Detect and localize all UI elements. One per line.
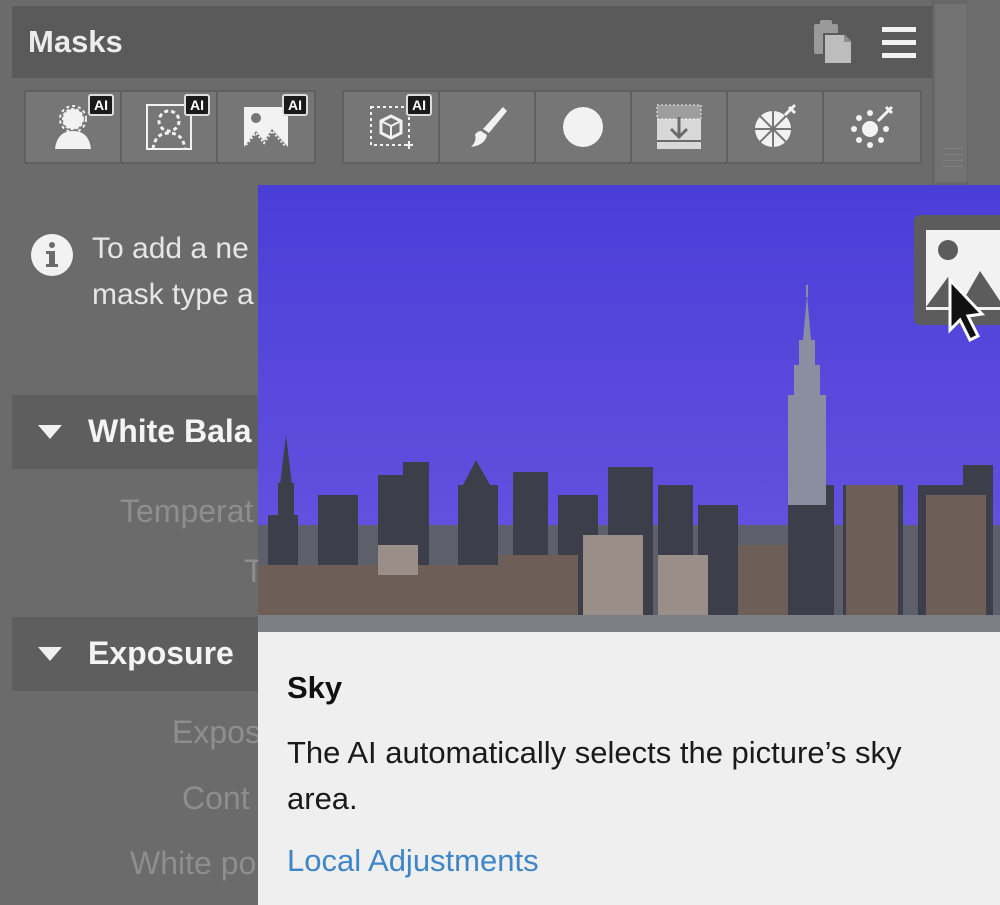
linear-gradient-button[interactable] <box>632 92 728 162</box>
info-icon <box>30 233 74 277</box>
menu-icon[interactable] <box>874 18 924 68</box>
brush-button[interactable] <box>440 92 536 162</box>
sky-preview-image <box>258 185 1000 632</box>
person-mask-button[interactable]: AI <box>26 92 122 162</box>
ai-mask-tools: AI AI AI <box>24 90 316 164</box>
section-title: White Bala <box>88 413 252 449</box>
luminance-range-icon <box>851 105 894 148</box>
masks-header: Masks <box>12 6 932 78</box>
tooltip-description: The AI automatically selects the picture… <box>287 735 902 816</box>
white-point-label: White po <box>130 845 257 881</box>
manual-mask-tools: AI <box>342 90 922 164</box>
linear-gradient-icon <box>656 104 702 149</box>
radial-gradient-button[interactable] <box>536 92 632 162</box>
collapse-triangle-icon <box>38 425 62 439</box>
ai-badge: AI <box>88 94 114 116</box>
sky-mask-cursor-icon <box>914 215 1000 343</box>
luminance-range-button[interactable] <box>824 92 920 162</box>
panel-title: Masks <box>28 24 123 59</box>
radial-gradient-icon <box>561 105 605 149</box>
ai-badge: AI <box>184 94 210 116</box>
local-adjustments-link[interactable]: Local Adjustments <box>287 843 539 879</box>
object-mask-button[interactable]: AI <box>344 92 440 162</box>
ai-badge: AI <box>406 94 432 116</box>
scrollbar-thumb[interactable] <box>935 4 967 182</box>
brush-icon <box>471 107 507 147</box>
section-title: Exposure <box>88 635 234 671</box>
clipboard-copy-icon[interactable] <box>806 18 856 68</box>
sky-tooltip: Sky The AI automatically selects the pic… <box>258 185 1000 905</box>
info-message: To add a ne mask type a <box>92 232 254 311</box>
tooltip-title: Sky <box>287 670 343 705</box>
ai-badge: AI <box>282 94 308 116</box>
contrast-label: Cont <box>182 780 250 816</box>
portrait-mask-button[interactable]: AI <box>122 92 218 162</box>
color-range-icon <box>755 103 797 147</box>
color-range-button[interactable] <box>728 92 824 162</box>
sky-mask-button[interactable]: AI <box>218 92 314 162</box>
temperature-label: Temperat <box>120 493 254 529</box>
collapse-triangle-icon <box>38 647 62 661</box>
exposure-label: Expos <box>172 714 261 750</box>
